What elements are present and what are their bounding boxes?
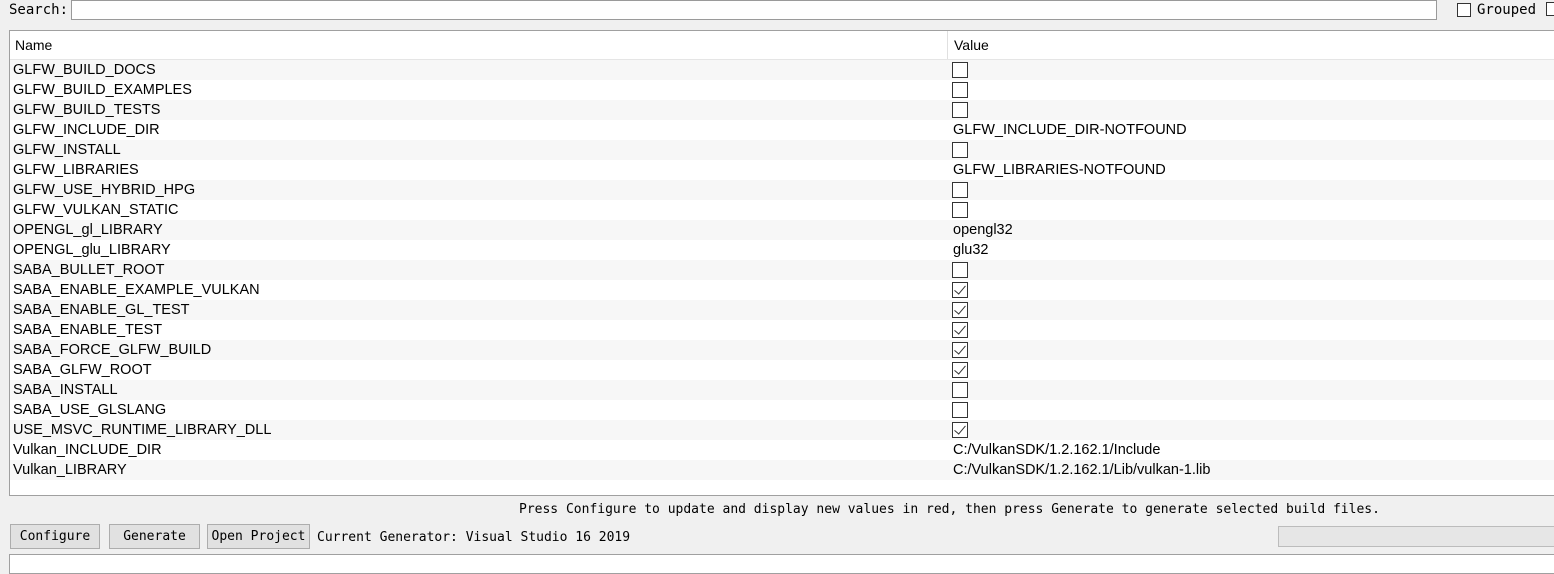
table-row[interactable]: GLFW_USE_HYBRID_HPG: [10, 180, 1554, 200]
cache-entry-name: GLFW_INSTALL: [13, 142, 121, 158]
cache-entry-name: SABA_FORCE_GLFW_BUILD: [13, 342, 212, 358]
cache-entry-checkbox[interactable]: [952, 102, 968, 118]
generate-button[interactable]: Generate: [109, 524, 200, 549]
table-row[interactable]: SABA_ENABLE_TEST: [10, 320, 1554, 340]
cache-entry-name: Vulkan_INCLUDE_DIR: [13, 442, 162, 458]
cache-entry-checkbox[interactable]: [952, 362, 968, 378]
cache-entry-checkbox[interactable]: [952, 82, 968, 98]
table-row[interactable]: GLFW_INSTALL: [10, 140, 1554, 160]
table-row[interactable]: SABA_INSTALL: [10, 380, 1554, 400]
cache-entry-value[interactable]: GLFW_INCLUDE_DIR-NOTFOUND: [953, 120, 1187, 140]
cache-entry-name: SABA_GLFW_ROOT: [13, 362, 152, 378]
cache-entry-name: GLFW_LIBRARIES: [13, 162, 139, 178]
cache-entry-checkbox[interactable]: [952, 262, 968, 278]
cache-entry-value[interactable]: GLFW_LIBRARIES-NOTFOUND: [953, 160, 1166, 180]
table-row[interactable]: USE_MSVC_RUNTIME_LIBRARY_DLL: [10, 420, 1554, 440]
cache-entry-value[interactable]: C:/VulkanSDK/1.2.162.1/Include: [953, 440, 1160, 460]
cache-entry-name: GLFW_BUILD_EXAMPLES: [13, 82, 192, 98]
cache-entry-name: SABA_ENABLE_TEST: [13, 322, 163, 338]
progress-bar: [1278, 526, 1554, 547]
cache-entry-value[interactable]: opengl32: [953, 220, 1013, 240]
cache-entry-checkbox[interactable]: [952, 322, 968, 338]
cache-entry-name: USE_MSVC_RUNTIME_LIBRARY_DLL: [13, 422, 272, 438]
table-header: Name Value: [10, 31, 1554, 60]
cache-entry-name: SABA_ENABLE_EXAMPLE_VULKAN: [13, 282, 260, 298]
table-row[interactable]: SABA_ENABLE_GL_TEST: [10, 300, 1554, 320]
table-row[interactable]: GLFW_BUILD_EXAMPLES: [10, 80, 1554, 100]
cache-entry-checkbox[interactable]: [952, 202, 968, 218]
table-row[interactable]: GLFW_VULKAN_STATIC: [10, 200, 1554, 220]
cache-entry-checkbox[interactable]: [952, 302, 968, 318]
grouped-checkbox[interactable]: Grouped: [1457, 1, 1536, 19]
table-row[interactable]: GLFW_BUILD_DOCS: [10, 60, 1554, 80]
cache-entry-name: SABA_USE_GLSLANG: [13, 402, 167, 418]
configure-button[interactable]: Configure: [10, 524, 100, 549]
grouped-label: Grouped: [1477, 2, 1537, 18]
column-header-name[interactable]: Name: [10, 31, 948, 59]
cache-entry-name: OPENGL_gl_LIBRARY: [13, 222, 163, 238]
status-message: Press Configure to update and display ne…: [519, 502, 1380, 517]
cache-entry-name: GLFW_VULKAN_STATIC: [13, 202, 179, 218]
table-row[interactable]: GLFW_LIBRARIES GLFW_LIBRARIES-NOTFOUND: [10, 160, 1554, 180]
table-row[interactable]: SABA_ENABLE_EXAMPLE_VULKAN: [10, 280, 1554, 300]
cache-entry-checkbox[interactable]: [952, 62, 968, 78]
output-log[interactable]: [9, 554, 1554, 574]
table-row[interactable]: Vulkan_LIBRARY C:/VulkanSDK/1.2.162.1/Lib…: [10, 460, 1554, 480]
current-generator-label: Current Generator: Visual Studio 16 2019: [317, 530, 631, 545]
cache-entry-name: Vulkan_LIBRARY: [13, 462, 127, 478]
cache-table[interactable]: Name Value GLFW_BUILD_DOCS GLFW_BUILD_EXA…: [9, 30, 1554, 496]
search-input[interactable]: [71, 0, 1437, 20]
cache-entry-checkbox[interactable]: [952, 182, 968, 198]
column-header-value[interactable]: Value: [948, 31, 1554, 59]
cache-entry-name: GLFW_INCLUDE_DIR: [13, 122, 160, 138]
cache-entry-name: SABA_ENABLE_GL_TEST: [13, 302, 190, 318]
table-row[interactable]: SABA_GLFW_ROOT: [10, 360, 1554, 380]
cache-entry-checkbox[interactable]: [952, 142, 968, 158]
grouped-checkbox-box[interactable]: [1457, 3, 1471, 17]
table-row[interactable]: SABA_FORCE_GLFW_BUILD: [10, 340, 1554, 360]
cache-entry-name: SABA_INSTALL: [13, 382, 118, 398]
table-body: GLFW_BUILD_DOCS GLFW_BUILD_EXAMPLES GLFW_B…: [10, 60, 1554, 480]
table-row[interactable]: SABA_USE_GLSLANG: [10, 400, 1554, 420]
cache-entry-checkbox[interactable]: [952, 402, 968, 418]
search-label: Search:: [9, 2, 69, 18]
table-row[interactable]: Vulkan_INCLUDE_DIR C:/VulkanSDK/1.2.162.1…: [10, 440, 1554, 460]
table-row[interactable]: SABA_BULLET_ROOT: [10, 260, 1554, 280]
cache-entry-name: SABA_BULLET_ROOT: [13, 262, 165, 278]
table-row[interactable]: OPENGL_glu_LIBRARY glu32: [10, 240, 1554, 260]
cache-entry-checkbox[interactable]: [952, 382, 968, 398]
table-row[interactable]: OPENGL_gl_LIBRARY opengl32: [10, 220, 1554, 240]
cache-entry-checkbox[interactable]: [952, 342, 968, 358]
cache-entry-name: GLFW_USE_HYBRID_HPG: [13, 182, 196, 198]
cache-entry-name: OPENGL_glu_LIBRARY: [13, 242, 171, 258]
cache-entry-name: GLFW_BUILD_DOCS: [13, 62, 156, 78]
cache-entry-name: GLFW_BUILD_TESTS: [13, 102, 161, 118]
cache-entry-checkbox[interactable]: [952, 422, 968, 438]
cache-entry-value[interactable]: glu32: [953, 240, 988, 260]
table-row[interactable]: GLFW_INCLUDE_DIR GLFW_INCLUDE_DIR-NOTFOUN…: [10, 120, 1554, 140]
open-project-button[interactable]: Open Project: [207, 524, 310, 549]
advanced-checkbox[interactable]: [1546, 2, 1554, 16]
cache-entry-checkbox[interactable]: [952, 282, 968, 298]
cache-entry-value[interactable]: C:/VulkanSDK/1.2.162.1/Lib/vulkan-1.lib: [953, 460, 1210, 480]
table-row[interactable]: GLFW_BUILD_TESTS: [10, 100, 1554, 120]
